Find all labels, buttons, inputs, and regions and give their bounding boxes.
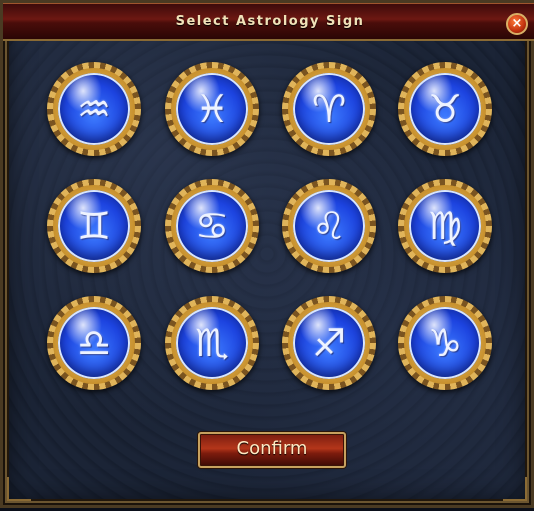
sign-libra-button[interactable]: ♎ — [47, 296, 141, 390]
libra-icon: ♎ — [76, 321, 112, 365]
astrology-dialog: Select Astrology Sign × ♒ ♓ ♈ ♉ ♊ ♋ ♌ ♍ … — [0, 0, 534, 508]
capricorn-icon: ♑ — [427, 321, 463, 365]
sign-capricorn-button[interactable]: ♑ — [398, 296, 492, 390]
sign-taurus-button[interactable]: ♉ — [398, 62, 492, 156]
sign-gemini-button[interactable]: ♊ — [47, 179, 141, 273]
gemini-icon: ♊ — [76, 204, 112, 248]
aries-icon: ♈ — [311, 87, 347, 131]
aquarius-icon: ♒ — [76, 87, 112, 131]
sign-leo-button[interactable]: ♌ — [282, 179, 376, 273]
taurus-icon: ♉ — [427, 87, 463, 131]
sign-virgo-button[interactable]: ♍ — [398, 179, 492, 273]
sign-aquarius-button[interactable]: ♒ — [47, 62, 141, 156]
leo-icon: ♌ — [311, 204, 347, 248]
confirm-button[interactable]: Confirm — [198, 432, 346, 468]
pisces-icon: ♓ — [194, 87, 230, 131]
sign-sagittarius-button[interactable]: ♐ — [282, 296, 376, 390]
sign-scorpio-button[interactable]: ♏ — [165, 296, 259, 390]
virgo-icon: ♍ — [427, 204, 463, 248]
sign-pisces-button[interactable]: ♓ — [165, 62, 259, 156]
sign-cancer-button[interactable]: ♋ — [165, 179, 259, 273]
cancer-icon: ♋ — [194, 204, 230, 248]
sagittarius-icon: ♐ — [311, 321, 347, 365]
sign-aries-button[interactable]: ♈ — [282, 62, 376, 156]
scorpio-icon: ♏ — [194, 321, 230, 365]
